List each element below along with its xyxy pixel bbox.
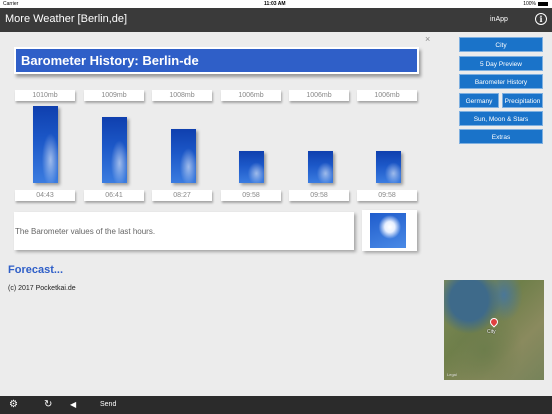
- app-title: More Weather [Berlin,de]: [5, 13, 128, 25]
- weather-thumbnail: [362, 210, 417, 251]
- pressure-label: 1008mb: [152, 90, 212, 101]
- sky-image: [370, 213, 406, 248]
- clock: 11:03 AM: [264, 1, 286, 7]
- pressure-label: 1006mb: [221, 90, 281, 101]
- time-label: 04:43: [15, 190, 75, 201]
- time-label: 09:58: [357, 190, 417, 201]
- battery-indicator: 100%: [523, 1, 548, 7]
- carrier-label: Carrier: [3, 1, 19, 7]
- pressure-bar: [239, 151, 264, 183]
- precipitation-button[interactable]: Precipitation: [502, 93, 543, 108]
- back-icon[interactable]: ◀: [70, 400, 76, 409]
- pressure-label: 1009mb: [84, 90, 144, 101]
- time-label: 09:58: [221, 190, 281, 201]
- send-button[interactable]: Send: [100, 401, 116, 408]
- info-icon[interactable]: i: [535, 13, 547, 25]
- map-pin-icon[interactable]: [488, 316, 500, 328]
- pressure-bar: [308, 151, 333, 183]
- page-heading: Barometer History: Berlin-de: [14, 47, 419, 74]
- map-pin-label: City: [487, 329, 496, 335]
- location-map[interactable]: City Legal: [444, 280, 544, 380]
- nav-bar: More Weather [Berlin,de] inApp i: [0, 8, 552, 32]
- refresh-icon[interactable]: ↻: [44, 399, 52, 410]
- pressure-bar: [102, 117, 127, 183]
- pressure-label: 1010mb: [15, 90, 75, 101]
- bottom-toolbar: ⚙ ↻ ◀ Send: [0, 396, 552, 414]
- description-text: The Barometer values of the last hours.: [15, 227, 156, 236]
- page-title: Barometer History: Berlin-de: [21, 53, 199, 68]
- close-icon[interactable]: ×: [425, 34, 430, 44]
- pressure-label: 1006mb: [289, 90, 349, 101]
- description-box: The Barometer values of the last hours.: [14, 212, 354, 250]
- map-legal-link[interactable]: Legal: [447, 372, 457, 377]
- extras-button[interactable]: Extras: [459, 129, 543, 144]
- inapp-button[interactable]: inApp: [490, 16, 508, 23]
- share-icon[interactable]: ⚙: [9, 399, 18, 410]
- time-label: 09:58: [289, 190, 349, 201]
- copyright-text: (c) 2017 Pocketkai.de: [8, 285, 76, 292]
- time-label: 06:41: [84, 190, 144, 201]
- pressure-bar: [33, 106, 58, 183]
- pressure-bar: [376, 151, 401, 183]
- pressure-bar: [171, 128, 196, 183]
- five-day-preview-button[interactable]: 5 Day Preview: [459, 56, 543, 71]
- sun-moon-stars-button[interactable]: Sun, Moon & Stars: [459, 111, 543, 126]
- barometer-history-button[interactable]: Barometer History: [459, 74, 543, 89]
- city-button[interactable]: City: [459, 37, 543, 52]
- battery-icon: [538, 1, 548, 6]
- germany-button[interactable]: Germany: [459, 93, 499, 108]
- pressure-label: 1006mb: [357, 90, 417, 101]
- status-bar: Carrier 11:03 AM 100%: [0, 0, 552, 8]
- time-label: 08:27: [152, 190, 212, 201]
- forecast-link[interactable]: Forecast...: [8, 264, 63, 276]
